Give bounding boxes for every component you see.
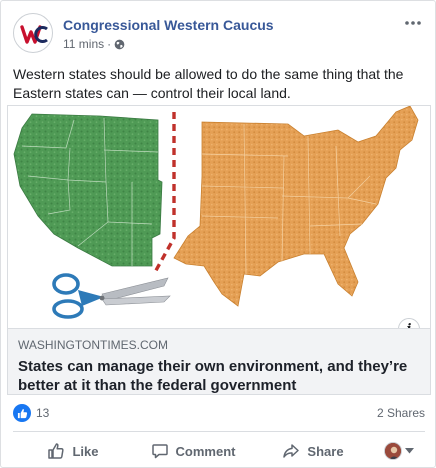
- profile-avatar-icon: [384, 442, 402, 460]
- link-preview[interactable]: i WASHINGTONTIMES.COM States can manage …: [7, 105, 431, 395]
- page-avatar[interactable]: [13, 13, 53, 53]
- western-caucus-logo: [20, 25, 48, 44]
- western-states-map: [13, 113, 163, 267]
- post-card: Congressional Western Caucus 11 mins · W…: [0, 0, 436, 468]
- like-label: Like: [72, 443, 99, 459]
- post-text: Western states should be allowed to do t…: [13, 66, 404, 101]
- thumbs-up-icon: [48, 443, 65, 459]
- more-options-icon: [405, 21, 421, 25]
- page-name-link[interactable]: Congressional Western Caucus: [63, 17, 274, 33]
- globe-icon[interactable]: [114, 39, 125, 50]
- post-stats: 13 2 Shares: [13, 401, 425, 425]
- share-count[interactable]: 2 Shares: [377, 406, 425, 420]
- us-map-illustration: [13, 106, 419, 319]
- post-timestamp[interactable]: 11 mins: [63, 37, 104, 51]
- comment-icon: [151, 444, 168, 459]
- comment-button[interactable]: Comment: [133, 435, 253, 467]
- audience-selector[interactable]: [373, 435, 425, 467]
- link-title[interactable]: States can manage their own environment,…: [18, 357, 422, 394]
- like-count: 13: [36, 406, 50, 420]
- post-meta: 11 mins ·: [63, 37, 125, 51]
- share-icon: [283, 444, 300, 458]
- link-image[interactable]: [8, 106, 430, 328]
- chevron-down-icon: [405, 448, 414, 454]
- link-meta[interactable]: WASHINGTONTIMES.COM States can manage th…: [8, 328, 430, 394]
- share-button[interactable]: Share: [253, 435, 373, 467]
- post-header: Congressional Western Caucus 11 mins ·: [13, 13, 425, 57]
- meta-separator: ·: [107, 37, 112, 51]
- actions-divider: [13, 431, 425, 432]
- reactions-summary[interactable]: 13: [13, 404, 49, 422]
- eastern-states-map: [173, 106, 419, 307]
- more-options-button[interactable]: [401, 13, 425, 33]
- scissors-illustration: [52, 273, 171, 319]
- post-actions: Like Comment Share: [13, 435, 425, 467]
- like-reaction-icon: [13, 404, 31, 422]
- like-button[interactable]: Like: [13, 435, 133, 467]
- share-label: Share: [307, 443, 344, 459]
- link-domain: WASHINGTONTIMES.COM: [18, 338, 168, 352]
- comment-label: Comment: [175, 443, 236, 459]
